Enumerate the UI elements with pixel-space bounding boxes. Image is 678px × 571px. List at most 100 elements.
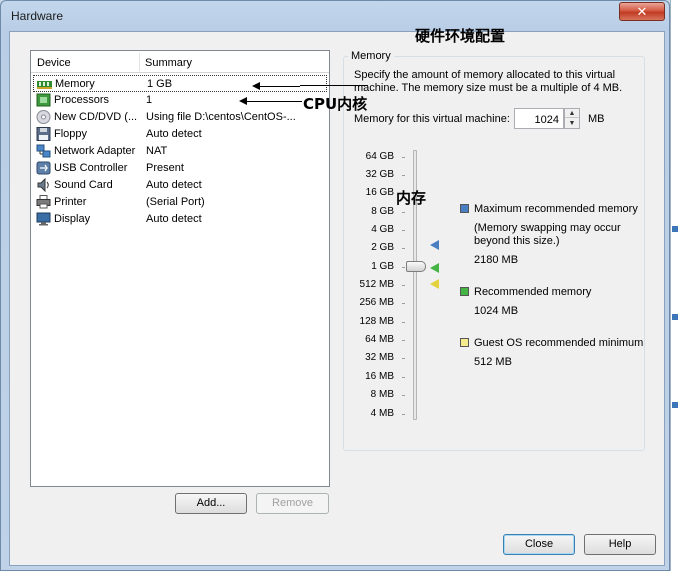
- device-summary: Present: [146, 162, 184, 174]
- device-row-network-adapter[interactable]: Network Adapter NAT: [33, 143, 327, 160]
- device-name: Sound Card: [54, 179, 113, 191]
- device-summary: Auto detect: [146, 179, 202, 191]
- memory-field-label: Memory for this virtual machine:: [354, 113, 510, 125]
- recommended-label: Recommended memory: [474, 286, 592, 298]
- minimum-label: Guest OS recommended minimum: [474, 337, 644, 349]
- memory-description: Specify the amount of memory allocated t…: [354, 69, 623, 94]
- annotation-hardware-config: 硬件环境配置: [415, 27, 506, 45]
- minimum-legend-swatch-icon: [460, 338, 469, 347]
- scale-tick: [402, 230, 405, 231]
- scale-label: 128 MB: [359, 316, 394, 327]
- device-summary: 1 GB: [147, 78, 173, 90]
- close-button[interactable]: Close: [503, 534, 575, 555]
- device-name: Printer: [54, 196, 87, 208]
- annotation-memory: 内存: [396, 189, 427, 207]
- scale-tick: [402, 358, 405, 359]
- background-mark: [672, 314, 678, 320]
- memory-spinner[interactable]: ▲ ▼: [564, 108, 580, 129]
- scale-label: 8 MB: [370, 389, 394, 400]
- annotation-arrow-memory-tail: [300, 85, 368, 86]
- scale-label: 64 GB: [365, 151, 394, 162]
- scale-tick: [402, 395, 405, 396]
- display-icon: [36, 212, 51, 226]
- device-summary: (Serial Port): [146, 196, 205, 208]
- scale-label: 512 MB: [359, 279, 394, 290]
- device-summary: 1: [146, 94, 153, 106]
- add-device-button[interactable]: Add...: [175, 493, 247, 514]
- scale-tick: [402, 267, 405, 268]
- window-close-button[interactable]: ✕: [619, 2, 665, 21]
- scale-tick: [402, 285, 405, 286]
- cd-dvd-icon: [36, 110, 51, 124]
- scale-tick: [402, 303, 405, 304]
- minimum-marker-icon: [430, 279, 439, 289]
- scale-label: 32 MB: [365, 352, 394, 363]
- scale-label: 2 GB: [371, 242, 394, 253]
- device-row-display[interactable]: Display Auto detect: [33, 211, 327, 228]
- column-header-summary[interactable]: Summary: [145, 57, 192, 69]
- spin-down-arrow-icon[interactable]: ▼: [565, 119, 579, 128]
- remove-device-button[interactable]: Remove: [256, 493, 329, 514]
- max-legend-swatch-icon: [460, 204, 469, 213]
- max-recommended-note: (Memory swapping may occur beyond this s…: [474, 222, 621, 247]
- annotation-arrow-cpu: [246, 101, 302, 102]
- scale-label: 8 GB: [371, 206, 394, 217]
- annotation-cpu-cores: CPU内核: [303, 95, 368, 113]
- background-mark: [672, 402, 678, 408]
- scale-label: 1 GB: [371, 261, 394, 272]
- memory-group-label: Memory: [348, 50, 394, 62]
- help-button[interactable]: Help: [584, 534, 656, 555]
- background-window-strip: [670, 0, 678, 571]
- device-name: Processors: [54, 94, 110, 106]
- device-row-sound-card[interactable]: Sound Card Auto detect: [33, 177, 327, 194]
- scale-tick: [402, 212, 405, 213]
- device-row-cd-dvd[interactable]: New CD/DVD (... Using file D:\centos\Cen…: [33, 109, 327, 126]
- scale-label: 16 GB: [365, 187, 394, 198]
- max-recommended-value: 2180 MB: [474, 254, 519, 266]
- scale-tick: [402, 340, 405, 341]
- minimum-value: 512 MB: [474, 356, 512, 368]
- scale-label: 256 MB: [359, 297, 394, 308]
- scale-tick: [402, 377, 405, 378]
- recommended-marker-icon: [430, 263, 439, 273]
- device-name: Display: [54, 213, 91, 225]
- arrowhead-icon: [239, 97, 247, 105]
- scale-label: 64 MB: [365, 334, 394, 345]
- device-summary: Auto detect: [146, 213, 202, 225]
- device-row-floppy[interactable]: Floppy Auto detect: [33, 126, 327, 143]
- printer-icon: [36, 195, 51, 209]
- title-bar[interactable]: Hardware ✕: [1, 1, 669, 31]
- scale-tick: [402, 157, 405, 158]
- recommended-value: 1024 MB: [474, 305, 519, 317]
- device-list[interactable]: Device Summary Memory 1 GB Processors 1 …: [30, 50, 330, 487]
- device-summary: Auto detect: [146, 128, 202, 140]
- floppy-icon: [36, 127, 51, 141]
- device-summary: NAT: [146, 145, 168, 157]
- column-separator[interactable]: [139, 53, 140, 71]
- usb-icon: [36, 161, 51, 175]
- memory-size-input[interactable]: [514, 108, 564, 129]
- arrowhead-icon: [252, 82, 260, 90]
- scale-label: 16 MB: [365, 371, 394, 382]
- scale-label: 4 GB: [371, 224, 394, 235]
- recommended-legend-swatch-icon: [460, 287, 469, 296]
- scale-tick: [402, 175, 405, 176]
- spin-up-arrow-icon[interactable]: ▲: [565, 109, 579, 118]
- memory-slider-thumb[interactable]: [406, 261, 426, 272]
- scale-tick: [402, 248, 405, 249]
- device-row-printer[interactable]: Printer (Serial Port): [33, 194, 327, 211]
- scale-label: 4 MB: [370, 408, 394, 419]
- annotation-arrow-memory: [258, 86, 300, 87]
- device-row-memory[interactable]: Memory 1 GB: [33, 75, 327, 92]
- max-recommended-label: Maximum recommended memory: [474, 203, 638, 215]
- device-name: Network Adapter: [54, 145, 136, 157]
- device-row-usb-controller[interactable]: USB Controller Present: [33, 160, 327, 177]
- device-summary: Using file D:\centos\CentOS-...: [146, 111, 296, 123]
- max-recommended-marker-icon: [430, 240, 439, 250]
- processor-icon: [36, 93, 51, 107]
- memory-icon: [37, 81, 52, 89]
- window-title: Hardware: [11, 9, 64, 23]
- column-header-device[interactable]: Device: [37, 57, 71, 69]
- network-adapter-icon: [36, 144, 51, 158]
- scale-tick: [402, 322, 405, 323]
